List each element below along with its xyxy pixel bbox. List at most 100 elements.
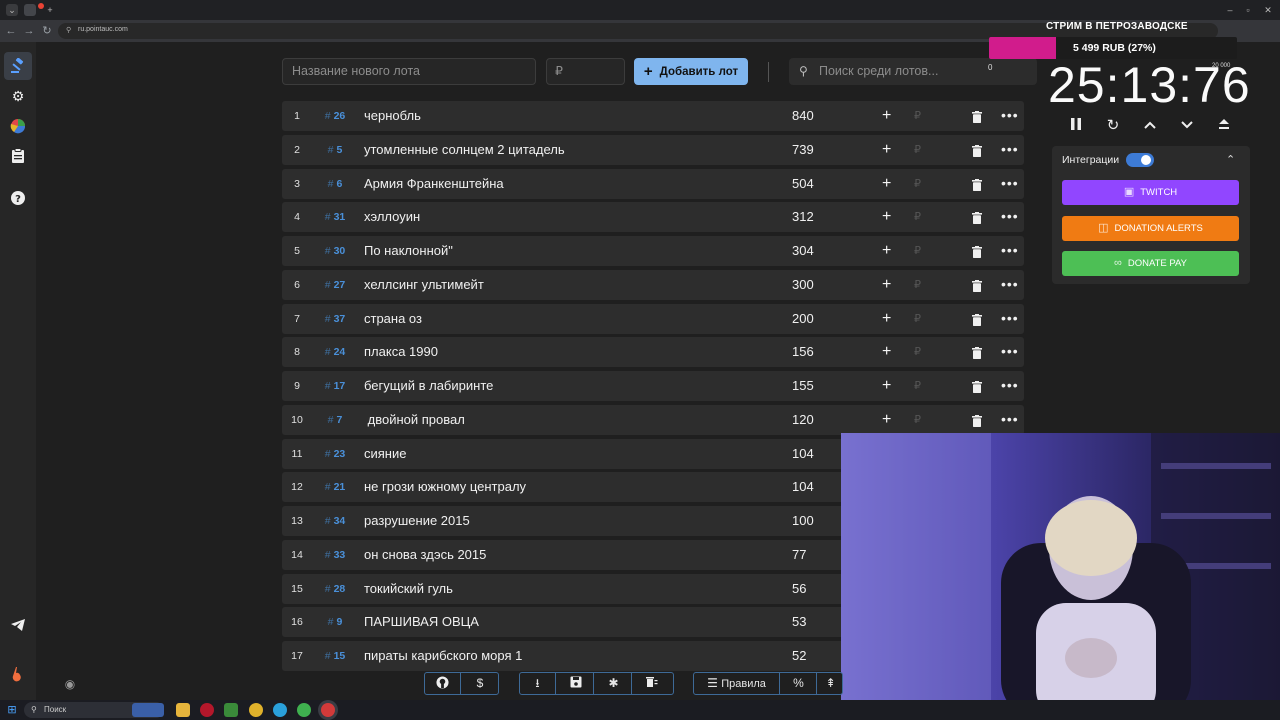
lot-id[interactable]: #9 xyxy=(318,607,352,637)
save-icon[interactable] xyxy=(558,673,594,694)
lot-amount[interactable]: 300 xyxy=(792,270,852,300)
delete-icon[interactable] xyxy=(972,178,982,191)
lot-id[interactable]: #7 xyxy=(318,405,352,435)
lot-name[interactable]: пираты карибского моря 1 xyxy=(364,641,522,671)
ruble-input[interactable]: ₽ xyxy=(914,371,921,401)
percent-icon[interactable]: % xyxy=(781,673,817,694)
lot-name[interactable]: хеллсинг ультимейт xyxy=(364,270,484,300)
obs-icon[interactable] xyxy=(321,703,335,717)
lot-amount[interactable]: 840 xyxy=(792,101,852,131)
lot-search-input[interactable]: ⚲ Поиск среди лотов... xyxy=(789,58,1037,85)
minecraft-icon[interactable] xyxy=(224,703,238,717)
donation-alerts-button[interactable]: ◫ DONATION ALERTS xyxy=(1062,216,1239,241)
delete-icon[interactable] xyxy=(972,380,982,393)
wheel-icon[interactable] xyxy=(10,118,26,134)
lot-name[interactable]: бегущий в лабиринте xyxy=(364,371,493,401)
lot-id[interactable]: #37 xyxy=(318,304,352,334)
lot-amount[interactable]: 120 xyxy=(792,405,852,435)
site-info-icon[interactable]: ⚲ xyxy=(66,26,71,34)
add-amount-icon[interactable]: + xyxy=(882,304,891,334)
lot-name[interactable]: ПАРШИВАЯ ОВЦА xyxy=(364,607,479,637)
telegram-icon[interactable] xyxy=(10,618,26,634)
lot-id[interactable]: #28 xyxy=(318,574,352,604)
github-icon[interactable] xyxy=(425,673,461,694)
lot-id[interactable]: #33 xyxy=(318,540,352,570)
forward-icon[interactable]: → xyxy=(22,24,36,38)
chrome-profile-icon[interactable] xyxy=(297,703,311,717)
ruble-input[interactable]: ₽ xyxy=(914,337,921,367)
lot-name[interactable]: По наклонной" xyxy=(364,236,453,266)
lot-id[interactable]: #17 xyxy=(318,371,352,401)
time-up-icon[interactable] xyxy=(1141,117,1159,135)
add-amount-icon[interactable]: + xyxy=(882,135,891,165)
add-amount-icon[interactable]: + xyxy=(882,236,891,266)
lot-name[interactable]: разрушение 2015 xyxy=(364,506,470,536)
more-options-icon[interactable]: ••• xyxy=(1001,337,1019,365)
integrations-toggle[interactable] xyxy=(1126,153,1154,167)
lot-id[interactable]: #34 xyxy=(318,506,352,536)
more-options-icon[interactable]: ••• xyxy=(1001,304,1019,332)
lot-id[interactable]: #5 xyxy=(318,135,352,165)
help-icon[interactable]: ? xyxy=(10,191,26,207)
lot-id[interactable]: #27 xyxy=(318,270,352,300)
new-tab-icon[interactable]: + xyxy=(44,4,56,16)
more-options-icon[interactable]: ••• xyxy=(1001,101,1019,129)
maximize-icon[interactable]: ▫ xyxy=(1242,4,1254,16)
lot-id[interactable]: #26 xyxy=(318,101,352,131)
download-icon[interactable]: ⭳ xyxy=(520,673,556,694)
donate-pay-button[interactable]: ∞ DONATE PAY xyxy=(1062,251,1239,276)
double-up-icon[interactable] xyxy=(1215,117,1233,135)
lot-name[interactable]: плакса 1990 xyxy=(364,337,438,367)
ruble-input[interactable]: ₽ xyxy=(914,101,921,131)
telegram-taskbar-icon[interactable] xyxy=(273,703,287,717)
reload-icon[interactable]: ↻ xyxy=(40,24,54,38)
lot-name-input[interactable]: Название нового лота xyxy=(282,58,536,85)
time-down-icon[interactable] xyxy=(1178,117,1196,135)
chevron-up-icon[interactable]: ⌃ xyxy=(1226,153,1235,166)
minimize-icon[interactable]: – xyxy=(1224,4,1236,16)
more-options-icon[interactable]: ••• xyxy=(1001,405,1019,433)
lot-name[interactable]: он снова здэсь 2015 xyxy=(364,540,486,570)
tab-list-icon[interactable]: ⌄ xyxy=(6,4,18,16)
more-tools-icon[interactable]: ⇞ xyxy=(818,673,843,694)
opera-icon[interactable] xyxy=(200,703,214,717)
lot-name[interactable]: чернобль xyxy=(364,101,421,131)
lot-amount[interactable]: 156 xyxy=(792,337,852,367)
add-amount-icon[interactable]: + xyxy=(882,337,891,367)
lot-name[interactable]: токийский гуль xyxy=(364,574,453,604)
delete-icon[interactable] xyxy=(972,144,982,157)
lot-id[interactable]: #30 xyxy=(318,236,352,266)
ruble-input[interactable]: ₽ xyxy=(914,169,921,199)
delete-icon[interactable] xyxy=(972,414,982,427)
delete-icon[interactable] xyxy=(972,313,982,326)
boosty-icon[interactable] xyxy=(10,666,26,682)
more-options-icon[interactable]: ••• xyxy=(1001,169,1019,197)
add-amount-icon[interactable]: + xyxy=(882,101,891,131)
lot-id[interactable]: #31 xyxy=(318,202,352,232)
windows-start-icon[interactable]: ⊞ xyxy=(6,704,18,716)
delete-icon[interactable] xyxy=(972,245,982,258)
more-options-icon[interactable]: ••• xyxy=(1001,270,1019,298)
lot-amount[interactable]: 312 xyxy=(792,202,852,232)
lot-id[interactable]: #24 xyxy=(318,337,352,367)
lot-name[interactable]: сияние xyxy=(364,439,406,469)
ruble-input[interactable]: ₽ xyxy=(914,405,921,435)
lot-amount[interactable]: 504 xyxy=(792,169,852,199)
clipboard-icon[interactable] xyxy=(10,148,26,164)
settings-gear-icon[interactable]: ⚙ xyxy=(10,88,26,104)
lot-amount[interactable]: 304 xyxy=(792,236,852,266)
add-amount-icon[interactable]: + xyxy=(882,169,891,199)
lot-name[interactable]: двойной провал xyxy=(364,405,465,435)
donate-dollar-icon[interactable]: $ xyxy=(462,673,498,694)
lot-name[interactable]: Армия Франкенштейна xyxy=(364,169,504,199)
back-icon[interactable]: ← xyxy=(4,24,18,38)
delete-icon[interactable] xyxy=(972,346,982,360)
bug-report-icon[interactable]: ✱ xyxy=(596,673,632,694)
add-amount-icon[interactable]: + xyxy=(882,405,891,435)
delete-icon[interactable] xyxy=(972,279,982,292)
ruble-input[interactable]: ₽ xyxy=(914,304,921,334)
ruble-input[interactable]: ₽ xyxy=(914,236,921,266)
ruble-input[interactable]: ₽ xyxy=(914,135,921,165)
close-window-icon[interactable]: ✕ xyxy=(1262,4,1274,16)
lot-amount[interactable]: 739 xyxy=(792,135,852,165)
